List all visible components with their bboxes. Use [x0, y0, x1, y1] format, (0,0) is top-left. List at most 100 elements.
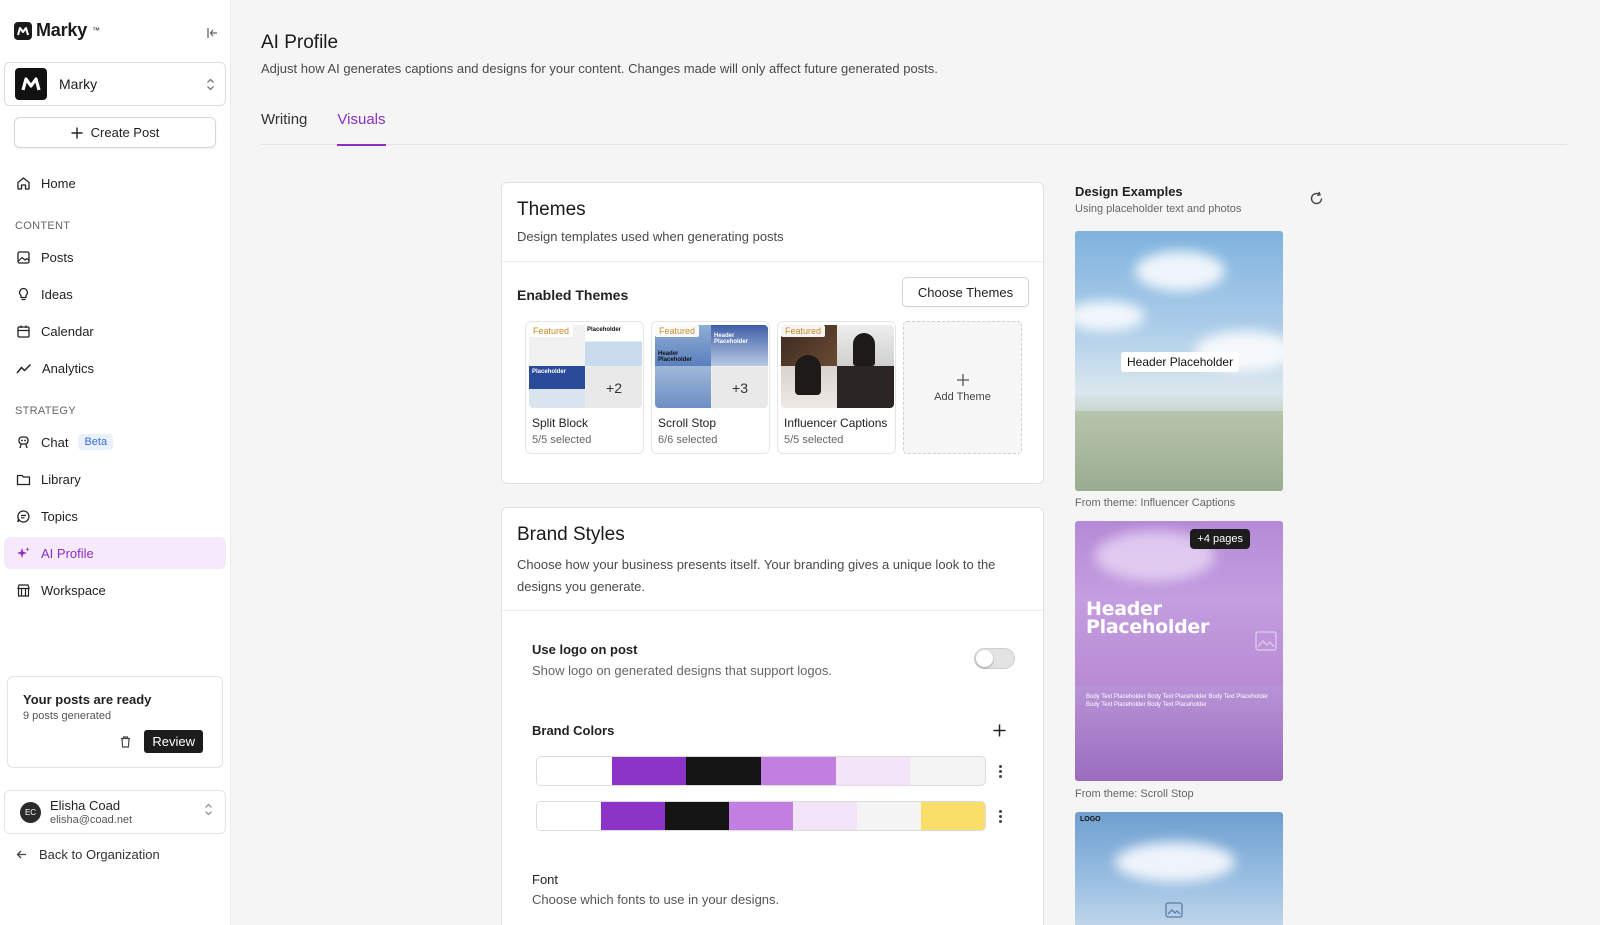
theme-name: Scroll Stop: [658, 416, 717, 430]
themes-title: Themes: [517, 199, 586, 220]
workspace-switcher[interactable]: Marky: [4, 62, 226, 106]
page-subtitle: Adjust how AI generates captions and des…: [261, 61, 938, 76]
sidebar-item-workspace[interactable]: Workspace: [4, 574, 226, 606]
robot-icon: [18, 435, 29, 448]
folder-icon: [16, 474, 31, 485]
color-swatch[interactable]: [537, 757, 612, 785]
avatar: EC: [20, 801, 41, 823]
trash-icon[interactable]: [119, 735, 132, 748]
color-swatch[interactable]: [686, 757, 762, 785]
color-palette[interactable]: [536, 756, 986, 786]
use-logo-description: Show logo on generated designs that supp…: [532, 663, 832, 678]
sidebar-item-label: Workspace: [41, 582, 106, 598]
design-examples-subtitle: Using placeholder text and photos: [1075, 203, 1242, 215]
choose-themes-button[interactable]: Choose Themes: [902, 277, 1029, 307]
trend-line-icon: [16, 363, 32, 373]
brand-tm: ™: [92, 26, 100, 35]
notice-title: Your posts are ready: [23, 692, 152, 707]
user-email: elisha@coad.net: [50, 814, 133, 826]
arrow-left-icon: [16, 850, 26, 859]
lightbulb-icon: [19, 287, 28, 300]
sidebar-item-ai-profile[interactable]: AI Profile: [4, 537, 226, 569]
back-label: Back to Organization: [39, 847, 160, 862]
color-swatch[interactable]: [729, 802, 793, 830]
theme-selected-count: 5/5 selected: [784, 434, 844, 446]
design-example-third[interactable]: LOGO: [1075, 812, 1283, 925]
create-post-button[interactable]: Create Post: [14, 117, 216, 148]
chevron-up-down-icon: [206, 78, 215, 91]
sidebar-item-label: AI Profile: [41, 545, 94, 561]
workspace-logo-icon: [15, 68, 47, 100]
featured-badge: Featured: [781, 325, 826, 337]
chevron-up-down-icon: [204, 803, 213, 821]
sidebar-item-ideas[interactable]: Ideas: [4, 278, 226, 310]
add-color-icon[interactable]: [993, 724, 1006, 737]
review-button[interactable]: Review: [144, 730, 203, 753]
themes-card: Themes Design templates used when genera…: [501, 182, 1044, 484]
theme-influencer-captions[interactable]: Featured Influencer Captions 5/5 selecte…: [777, 321, 896, 454]
sparkles-icon: [17, 546, 30, 558]
tab-writing[interactable]: Writing: [261, 104, 307, 145]
back-to-organization-link[interactable]: Back to Organization: [16, 847, 160, 862]
tab-visuals[interactable]: Visuals: [337, 104, 386, 146]
home-icon: [17, 176, 30, 190]
color-swatch[interactable]: [665, 802, 729, 830]
theme-thumbnail: [781, 325, 894, 408]
sidebar-item-calendar[interactable]: Calendar: [4, 315, 226, 347]
color-swatch[interactable]: [910, 757, 985, 785]
user-menu[interactable]: EC Elisha Coad elisha@coad.net: [4, 790, 226, 834]
color-swatch[interactable]: [601, 802, 665, 830]
design-example-scroll-stop[interactable]: +4 pages Header Placeholder Body Text Pl…: [1075, 521, 1283, 781]
color-swatch[interactable]: [921, 802, 985, 830]
color-swatch[interactable]: [611, 757, 687, 785]
theme-split-block[interactable]: Placeholder Placeholder +2 Featured Spli…: [525, 321, 644, 454]
marky-logo-icon: [14, 21, 32, 40]
sidebar-item-home[interactable]: Home: [4, 167, 226, 199]
beta-badge: Beta: [78, 434, 114, 450]
themes-description: Design templates used when generating po…: [517, 229, 784, 244]
color-swatch[interactable]: [793, 802, 857, 830]
sidebar-item-label: Home: [41, 175, 76, 191]
example-caption: From theme: Influencer Captions: [1075, 497, 1236, 509]
page-title: AI Profile: [261, 32, 339, 53]
color-palette[interactable]: [536, 801, 986, 831]
example-logo: LOGO: [1080, 816, 1101, 823]
example-header: Header Placeholder: [1121, 352, 1240, 372]
color-swatch[interactable]: [857, 802, 921, 830]
use-logo-toggle[interactable]: [974, 648, 1015, 669]
brand-colors-label: Brand Colors: [532, 723, 615, 738]
profile-tabs: Writing Visuals: [261, 104, 1567, 146]
add-theme-button[interactable]: Add Theme: [903, 321, 1022, 454]
workspace-name: Marky: [59, 76, 98, 92]
palette-menu-icon[interactable]: [999, 765, 1002, 778]
pages-badge: +4 pages: [1190, 529, 1250, 549]
plus-icon: [956, 373, 969, 386]
sidebar-item-chat[interactable]: Chat Beta: [4, 426, 226, 458]
brand-logo[interactable]: Marky ™: [14, 20, 100, 41]
design-example-influencer[interactable]: Header Placeholder: [1075, 231, 1283, 491]
refresh-icon[interactable]: [1309, 191, 1324, 206]
more-count: +2: [586, 367, 642, 408]
color-swatch[interactable]: [835, 757, 911, 785]
sidebar-item-library[interactable]: Library: [4, 463, 226, 495]
theme-scroll-stop[interactable]: Header Placeholder Header Placeholder +3 F…: [651, 321, 770, 454]
sidebar-item-topics[interactable]: Topics: [4, 500, 226, 532]
example-body-text: Body Text Placeholder Body Text Placehol…: [1086, 694, 1269, 708]
image-placeholder-icon: [1255, 631, 1277, 651]
brand-styles-description: Choose how your business presents itself…: [517, 557, 996, 594]
sidebar-item-analytics[interactable]: Analytics: [4, 352, 226, 384]
theme-selected-count: 6/6 selected: [658, 434, 718, 446]
color-swatch[interactable]: [761, 757, 836, 785]
image-placeholder-icon: [1165, 902, 1183, 918]
image-icon: [17, 250, 30, 264]
posts-ready-notice: Your posts are ready 9 posts generated R…: [7, 676, 223, 768]
sidebar-item-label: Topics: [41, 508, 78, 524]
collapse-sidebar-icon[interactable]: [204, 24, 222, 42]
palette-menu-icon[interactable]: [999, 810, 1002, 823]
sidebar-item-posts[interactable]: Posts: [4, 241, 226, 273]
color-swatch[interactable]: [537, 802, 601, 830]
featured-badge: Featured: [655, 325, 700, 337]
brand-styles-card: Brand Styles Choose how your business pr…: [501, 507, 1044, 925]
theme-thumbnail: Header Placeholder Header Placeholder +3: [655, 325, 768, 408]
user-name: Elisha Coad: [50, 798, 121, 813]
